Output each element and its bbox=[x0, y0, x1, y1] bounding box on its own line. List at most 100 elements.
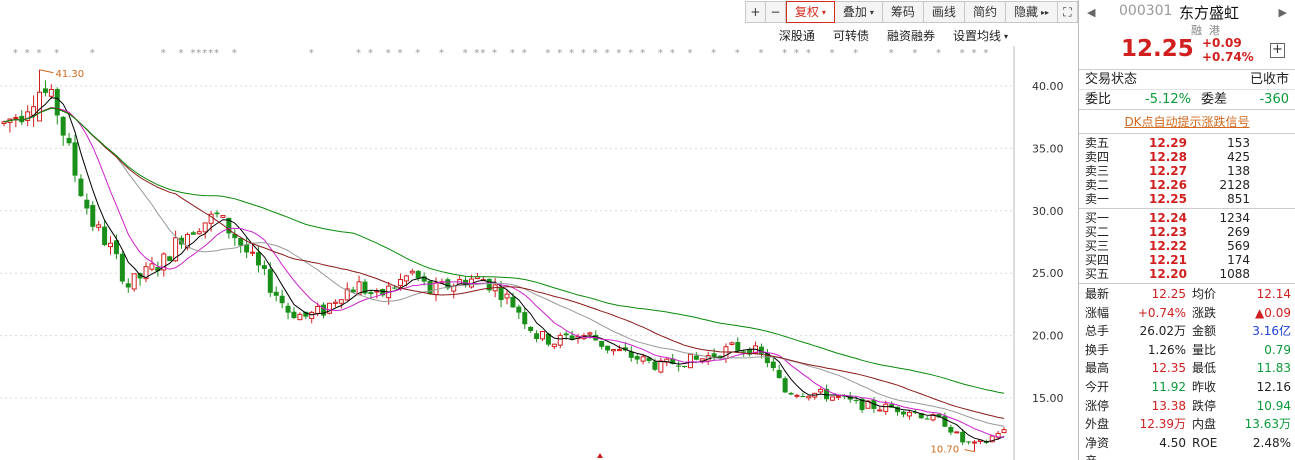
zoom-out-button[interactable]: − bbox=[765, 1, 786, 23]
event-marker-icon: * bbox=[545, 48, 550, 59]
stat-row: 总手 26.02万 金额 3.16亿 bbox=[1079, 322, 1295, 341]
candle-body-up bbox=[504, 293, 510, 299]
dk-signal-link[interactable]: DK点自动提示涨跌信号 bbox=[1124, 115, 1249, 129]
next-stock-icon[interactable]: ▶ bbox=[1279, 6, 1287, 19]
event-marker-icon: * bbox=[658, 48, 663, 59]
bid-volume: 269 bbox=[1227, 225, 1250, 239]
stat-value: 13.38 bbox=[1151, 398, 1186, 413]
candle-body-down bbox=[853, 399, 859, 401]
simple-mode-button[interactable]: 简约 bbox=[964, 1, 1006, 23]
candle-body-down bbox=[528, 326, 534, 331]
candle-body-down bbox=[72, 142, 78, 176]
quote-panel: ◀ 000301 东方盛虹 ▶ 融 港 12.25 +0.09 +0.74% +… bbox=[1078, 0, 1295, 460]
add-watchlist-button[interactable]: + bbox=[1270, 43, 1285, 58]
candle-body-up bbox=[616, 349, 622, 352]
chevron-down-icon: ▾ bbox=[821, 8, 826, 17]
event-marker-icon: * bbox=[25, 48, 30, 59]
bid-price: 12.22 bbox=[1149, 239, 1187, 253]
event-marker-icon: * bbox=[510, 48, 515, 59]
candle-body-down bbox=[279, 295, 285, 304]
candle-body-down bbox=[948, 427, 954, 433]
ask-price: 12.26 bbox=[1149, 178, 1187, 192]
stat-value: 12.25 bbox=[1151, 287, 1186, 301]
event-marker-icon: * bbox=[522, 48, 527, 59]
candle-body-down bbox=[214, 212, 220, 215]
candle-body-down bbox=[119, 253, 125, 282]
stat-value: 12.14 bbox=[1256, 287, 1291, 301]
candle-body-up bbox=[971, 441, 977, 444]
hide-panel-button[interactable]: 隐藏 ▸▸ bbox=[1005, 1, 1058, 23]
stat-label: 净资产 bbox=[1085, 435, 1110, 460]
draw-line-button[interactable]: 画线 bbox=[923, 1, 965, 23]
ma-settings-dropdown[interactable]: 设置均线 ▾ bbox=[953, 27, 1008, 44]
candle-body-up bbox=[806, 395, 812, 399]
convertible-bond-toggle[interactable]: 可转债 bbox=[833, 27, 869, 44]
candle-body-down bbox=[427, 280, 433, 294]
ask-volume: 2128 bbox=[1219, 178, 1250, 192]
prev-stock-icon[interactable]: ◀ bbox=[1087, 6, 1095, 19]
stat-value: 1.26% bbox=[1147, 342, 1186, 357]
ask-volume: 425 bbox=[1227, 150, 1250, 164]
event-marker-icon: * bbox=[794, 48, 799, 59]
candle-body-down bbox=[167, 256, 173, 262]
stat-label: 今开 bbox=[1085, 379, 1110, 394]
fuquan-dropdown[interactable]: 复权 ▾ bbox=[785, 1, 835, 23]
zoom-in-button[interactable]: + bbox=[745, 1, 766, 23]
candle-body-down bbox=[267, 269, 273, 293]
bid-book: 买一 12.24 1234 买二 12.23 269 买三 12.22 569 买四 12.2… bbox=[1079, 209, 1295, 284]
stat-label: 内盘 bbox=[1192, 417, 1217, 432]
candle-body-down bbox=[285, 305, 291, 313]
candle-body-up bbox=[397, 278, 403, 286]
event-marker-icon: * bbox=[480, 48, 485, 59]
low-price-annotation: 10.70 bbox=[930, 445, 959, 456]
trade-status-value: 已收市 bbox=[1249, 71, 1289, 87]
stat-label: 金额 bbox=[1192, 324, 1217, 339]
ma-line bbox=[3, 97, 1005, 443]
overlay-dropdown[interactable]: 叠加 ▾ bbox=[834, 1, 883, 23]
y-tick-label: 35.00 bbox=[1032, 142, 1064, 155]
kline-chart-area[interactable]: 40.00 35.00 30.00 25.00 20.00 15.00 41.30 10.70… bbox=[0, 0, 1078, 460]
chips-button[interactable]: 筹码 bbox=[882, 1, 924, 23]
bid-label: 买一 bbox=[1085, 211, 1110, 225]
event-marker-icon: * bbox=[397, 48, 402, 59]
candle-body-up bbox=[202, 222, 208, 233]
trade-status-label: 交易状态 bbox=[1085, 71, 1138, 87]
event-marker-icon: * bbox=[439, 48, 444, 59]
event-marker-icon: * bbox=[463, 48, 468, 59]
ma-settings-label: 设置均线 bbox=[952, 29, 1001, 43]
bid-volume: 569 bbox=[1227, 239, 1250, 253]
candle-body-up bbox=[338, 299, 344, 304]
candle-body-up bbox=[149, 263, 155, 270]
event-marker-icon: * bbox=[687, 48, 692, 59]
candle-body-down bbox=[291, 311, 297, 318]
bid-row: 买三 12.22 569 bbox=[1079, 239, 1295, 253]
candle-body-up bbox=[37, 91, 43, 122]
event-marker-icon: * bbox=[37, 48, 42, 59]
ask-label: 卖五 bbox=[1085, 136, 1110, 150]
candle-body-down bbox=[522, 312, 528, 325]
margin-trading-toggle[interactable]: 融资融券 bbox=[887, 27, 935, 44]
chevron-down-icon: ▾ bbox=[869, 8, 874, 17]
bid-volume: 1234 bbox=[1219, 211, 1250, 225]
event-marker-icon: * bbox=[758, 48, 763, 59]
bid-label: 买四 bbox=[1085, 253, 1110, 267]
stat-value: 3.16亿 bbox=[1252, 324, 1291, 339]
price-chart[interactable]: 40.00 35.00 30.00 25.00 20.00 15.00 41.30 10.70… bbox=[0, 0, 1078, 460]
stock-code: 000301 bbox=[1119, 3, 1173, 19]
stat-label: 跌停 bbox=[1192, 398, 1217, 413]
shenggutong-toggle[interactable]: 深股通 bbox=[779, 27, 815, 44]
bid-label: 买五 bbox=[1085, 267, 1110, 281]
candle-body-down bbox=[569, 335, 575, 340]
fullscreen-button[interactable]: ⛶ bbox=[1058, 1, 1078, 23]
candle-body-up bbox=[818, 388, 824, 393]
event-marker-icon: * bbox=[640, 48, 645, 59]
bottom-marker-icon bbox=[597, 453, 603, 458]
candle-body-up bbox=[48, 89, 54, 97]
candle-body-down bbox=[942, 415, 948, 427]
event-marker-icon: * bbox=[711, 48, 716, 59]
y-tick-label: 40.00 bbox=[1032, 80, 1064, 93]
event-marker-icon: * bbox=[13, 48, 18, 59]
candle-body-up bbox=[250, 251, 256, 254]
expand-icon: ⛶ bbox=[1063, 5, 1072, 19]
candle-body-down bbox=[770, 361, 776, 368]
